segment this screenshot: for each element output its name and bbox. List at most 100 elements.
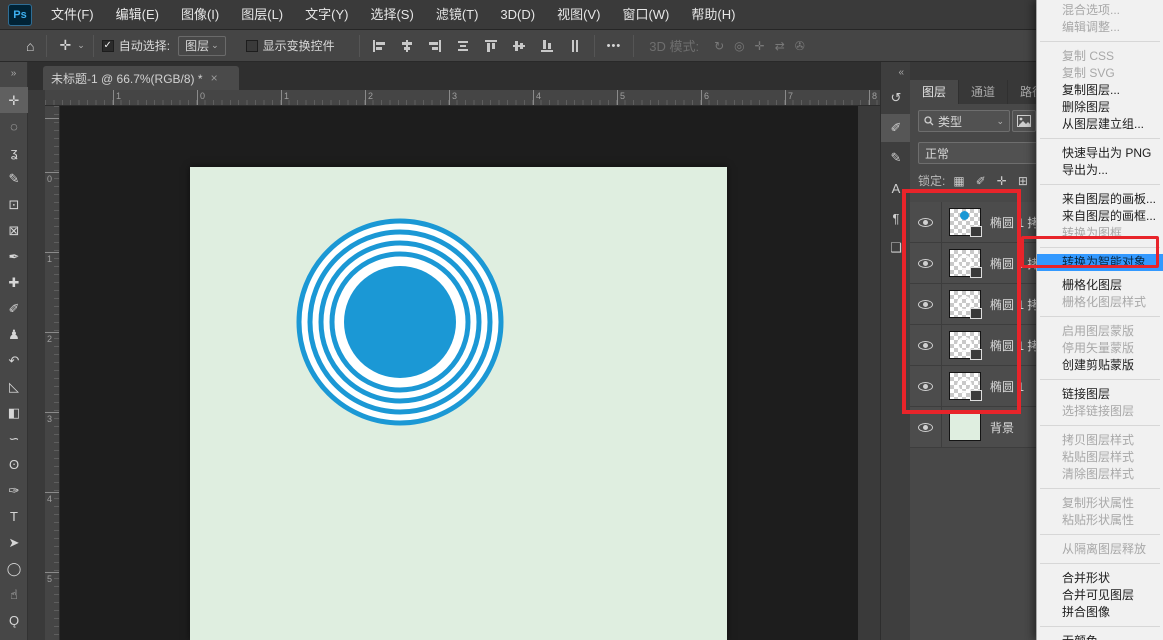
ruler-label: 5 <box>47 574 52 584</box>
quick-selection-tool[interactable]: ✎ <box>0 165 28 191</box>
menubar-item[interactable]: 滤镜(T) <box>425 0 490 30</box>
history-panel-button[interactable]: ↺ <box>881 84 911 112</box>
chevron-down-icon: ⌄ <box>211 40 219 51</box>
spot-healing-brush-tool[interactable]: ✚ <box>0 269 28 295</box>
lock-pixels-icon[interactable]: ✐ <box>976 174 986 188</box>
blend-mode-dropdown[interactable]: 正常 ⌄ <box>918 142 1050 164</box>
crop-tool[interactable]: ⊡ <box>0 191 28 217</box>
context-menu-item[interactable]: 从图层建立组... <box>1037 116 1163 133</box>
3d-slide-icon: ⇄ <box>775 39 785 53</box>
show-transform-checkbox[interactable] <box>246 40 258 52</box>
dodge-tool[interactable]: ʘ <box>0 451 28 477</box>
eyedropper-tool[interactable]: ✒ <box>0 243 28 269</box>
path-selection-icon: ➤ <box>9 536 20 549</box>
auto-select-checkbox[interactable]: ✓ <box>102 40 114 52</box>
context-menu-item: 粘贴形状属性 <box>1037 512 1163 529</box>
context-menu-item[interactable]: 栅格化图层 <box>1037 277 1163 294</box>
menu-separator <box>1040 626 1160 627</box>
hand-icon: ☝ <box>10 588 18 601</box>
context-menu-item[interactable]: 复制图层... <box>1037 82 1163 99</box>
eraser-icon: ◺ <box>9 380 19 393</box>
document-tab[interactable]: 未标题-1 @ 66.7%(RGB/8) * × <box>43 66 239 90</box>
collapse-dock-icon[interactable]: « <box>881 62 910 84</box>
menubar-item[interactable]: 图层(L) <box>230 0 294 30</box>
ellipse-shape-icon: ◯ <box>7 562 22 575</box>
align-left-edges-icon[interactable] <box>368 36 390 56</box>
context-menu-item[interactable]: 来自图层的画框... <box>1037 208 1163 225</box>
context-menu-item[interactable]: 合并可见图层 <box>1037 587 1163 604</box>
panel-tab[interactable]: 图层 <box>910 80 959 104</box>
history-brush-tool[interactable]: ↶ <box>0 347 28 373</box>
align-right-edges-icon[interactable] <box>424 36 446 56</box>
smudge-tool[interactable]: ∽ <box>0 425 28 451</box>
menubar-item[interactable]: 选择(S) <box>359 0 424 30</box>
align-horizontal-centers-icon[interactable] <box>396 36 418 56</box>
context-menu-item[interactable]: 创建剪贴蒙版 <box>1037 357 1163 374</box>
auto-select-target-dropdown[interactable]: 图层 ⌄ <box>178 36 226 56</box>
layer-thumbnail[interactable] <box>949 413 981 441</box>
menubar-item[interactable]: 图像(I) <box>170 0 230 30</box>
context-menu-item[interactable]: 快速导出为 PNG <box>1037 145 1163 162</box>
gradient-tool[interactable]: ◧ <box>0 399 28 425</box>
expand-toolbox-icon[interactable]: » <box>0 62 27 87</box>
3d-pan-icon: ✛ <box>755 39 765 53</box>
align-bottom-edges-icon[interactable] <box>536 36 558 56</box>
lock-artboard-icon[interactable]: ⊞ <box>1018 174 1028 188</box>
menubar-item[interactable]: 视图(V) <box>546 0 611 30</box>
context-menu-item: 编辑调整... <box>1037 19 1163 36</box>
context-menu-item: 粘贴图层样式 <box>1037 449 1163 466</box>
chevron-down-icon[interactable]: ⌄ <box>77 40 85 51</box>
zoom-tool[interactable]: Ǫ <box>0 607 28 633</box>
panel-tab[interactable]: 通道 <box>959 80 1008 104</box>
clone-stamp-tool[interactable]: ♟ <box>0 321 28 347</box>
spot-healing-brush-icon: ✚ <box>9 276 20 289</box>
frame-tool[interactable]: ⊠ <box>0 217 28 243</box>
menubar-item[interactable]: 窗口(W) <box>611 0 680 30</box>
context-menu-item[interactable]: 合并形状 <box>1037 570 1163 587</box>
type-tool[interactable]: T <box>0 503 28 529</box>
brush-settings-panel-button[interactable]: ✐ <box>881 114 911 142</box>
menubar-item[interactable]: 3D(D) <box>489 0 546 30</box>
ellipse-shape-tool[interactable]: ◯ <box>0 555 28 581</box>
ruler-label: 2 <box>368 91 373 101</box>
menubar-item[interactable]: 文件(F) <box>40 0 105 30</box>
hand-tool[interactable]: ☝ <box>0 581 28 607</box>
filter-pixel-layers-button[interactable] <box>1012 110 1036 132</box>
3d-orbit-icon: ↻ <box>714 39 724 53</box>
context-menu-item[interactable]: 链接图层 <box>1037 386 1163 403</box>
context-menu-item[interactable]: 导出为... <box>1037 162 1163 179</box>
menubar-item[interactable]: 帮助(H) <box>680 0 746 30</box>
lock-position-icon[interactable]: ✛ <box>997 174 1007 188</box>
move-tool-preset-icon[interactable]: ✛ <box>55 37 75 54</box>
distribute-vertical-icon[interactable] <box>564 36 586 56</box>
eraser-tool[interactable]: ◺ <box>0 373 28 399</box>
brush-presets-panel-button[interactable]: ✎ <box>881 144 911 172</box>
path-selection-tool[interactable]: ➤ <box>0 529 28 555</box>
photoshop-window: Ps 文件(F)编辑(E)图像(I)图层(L)文字(Y)选择(S)滤镜(T)3D… <box>0 0 1163 640</box>
lasso-tool[interactable]: ʓ <box>0 139 28 165</box>
align-vertical-centers-icon[interactable] <box>508 36 530 56</box>
concentric-circles-shape <box>294 216 506 428</box>
more-align-options-button[interactable]: ••• <box>603 40 626 52</box>
menubar-item[interactable]: 文字(Y) <box>294 0 359 30</box>
move-tool[interactable]: ✛ <box>0 87 28 113</box>
distribute-horizontal-icon[interactable] <box>452 36 474 56</box>
context-menu-item[interactable]: 删除图层 <box>1037 99 1163 116</box>
menu-bar: Ps 文件(F)编辑(E)图像(I)图层(L)文字(Y)选择(S)滤镜(T)3D… <box>0 0 1163 30</box>
pen-tool[interactable]: ✑ <box>0 477 28 503</box>
layer-name: 背景 <box>990 419 1014 436</box>
brush-tool[interactable]: ✐ <box>0 295 28 321</box>
close-tab-icon[interactable]: × <box>211 71 218 85</box>
blend-mode-value: 正常 <box>925 145 1033 162</box>
context-menu-item[interactable]: 拼合图像 <box>1037 604 1163 621</box>
layer-filter-dropdown[interactable]: 类型 ⌄ <box>918 110 1010 132</box>
context-menu-item[interactable]: 无颜色 <box>1037 633 1163 640</box>
align-top-edges-icon[interactable] <box>480 36 502 56</box>
context-menu-item[interactable]: 来自图层的画板... <box>1037 191 1163 208</box>
elliptical-marquee-tool[interactable]: ◌ <box>0 113 28 139</box>
lock-transparency-icon[interactable]: ▦ <box>953 174 964 188</box>
menubar-item[interactable]: 编辑(E) <box>105 0 170 30</box>
photoshop-logo-icon: Ps <box>8 4 32 26</box>
menu-bar-items: 文件(F)编辑(E)图像(I)图层(L)文字(Y)选择(S)滤镜(T)3D(D)… <box>40 0 746 30</box>
home-icon[interactable]: ⌂ <box>22 38 38 54</box>
